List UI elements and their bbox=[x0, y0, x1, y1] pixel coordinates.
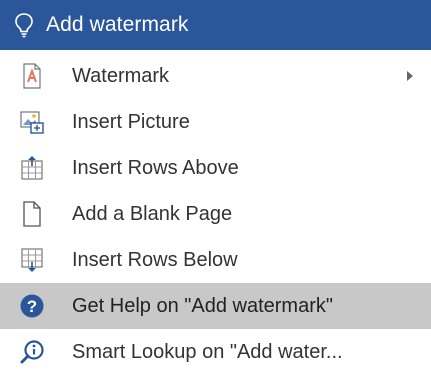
menu-item-label: Get Help on "Add watermark" bbox=[72, 294, 333, 317]
tell-me-header[interactable]: Add watermark bbox=[0, 0, 431, 50]
menu-item-label: Insert Rows Above bbox=[72, 156, 239, 179]
menu-item-label: Watermark bbox=[72, 64, 170, 87]
menu-item-label: Add a Blank Page bbox=[72, 202, 233, 225]
smart-lookup-icon bbox=[18, 338, 46, 366]
help-icon: ? bbox=[18, 292, 46, 320]
insert-rows-below-icon bbox=[18, 246, 46, 274]
submenu-arrow-icon bbox=[407, 71, 413, 81]
menu-item-smart-lookup[interactable]: Smart Lookup on "Add water... bbox=[0, 329, 431, 375]
menu-item-label: Insert Picture bbox=[72, 110, 190, 133]
svg-text:?: ? bbox=[27, 297, 37, 316]
blank-page-icon bbox=[18, 200, 46, 228]
menu-item-label: Insert Rows Below bbox=[72, 248, 238, 271]
menu-item-watermark[interactable]: Watermark bbox=[0, 53, 431, 99]
menu-items: Watermark Insert Picture Insert Rows Abo… bbox=[0, 53, 431, 375]
insert-picture-icon bbox=[18, 108, 46, 136]
lightbulb-icon bbox=[14, 11, 34, 39]
menu-item-insert-picture[interactable]: Insert Picture bbox=[0, 99, 431, 145]
tell-me-title: Add watermark bbox=[46, 13, 189, 36]
menu-item-insert-rows-above[interactable]: Insert Rows Above bbox=[0, 145, 431, 191]
menu-item-label: Smart Lookup on "Add water... bbox=[72, 340, 343, 363]
menu-item-get-help[interactable]: ? Get Help on "Add watermark" bbox=[0, 283, 431, 329]
watermark-icon bbox=[18, 62, 46, 90]
tell-me-menu: Add watermark Watermark Insert Picture I… bbox=[0, 0, 431, 388]
menu-item-insert-rows-below[interactable]: Insert Rows Below bbox=[0, 237, 431, 283]
menu-item-add-blank-page[interactable]: Add a Blank Page bbox=[0, 191, 431, 237]
insert-rows-above-icon bbox=[18, 154, 46, 182]
